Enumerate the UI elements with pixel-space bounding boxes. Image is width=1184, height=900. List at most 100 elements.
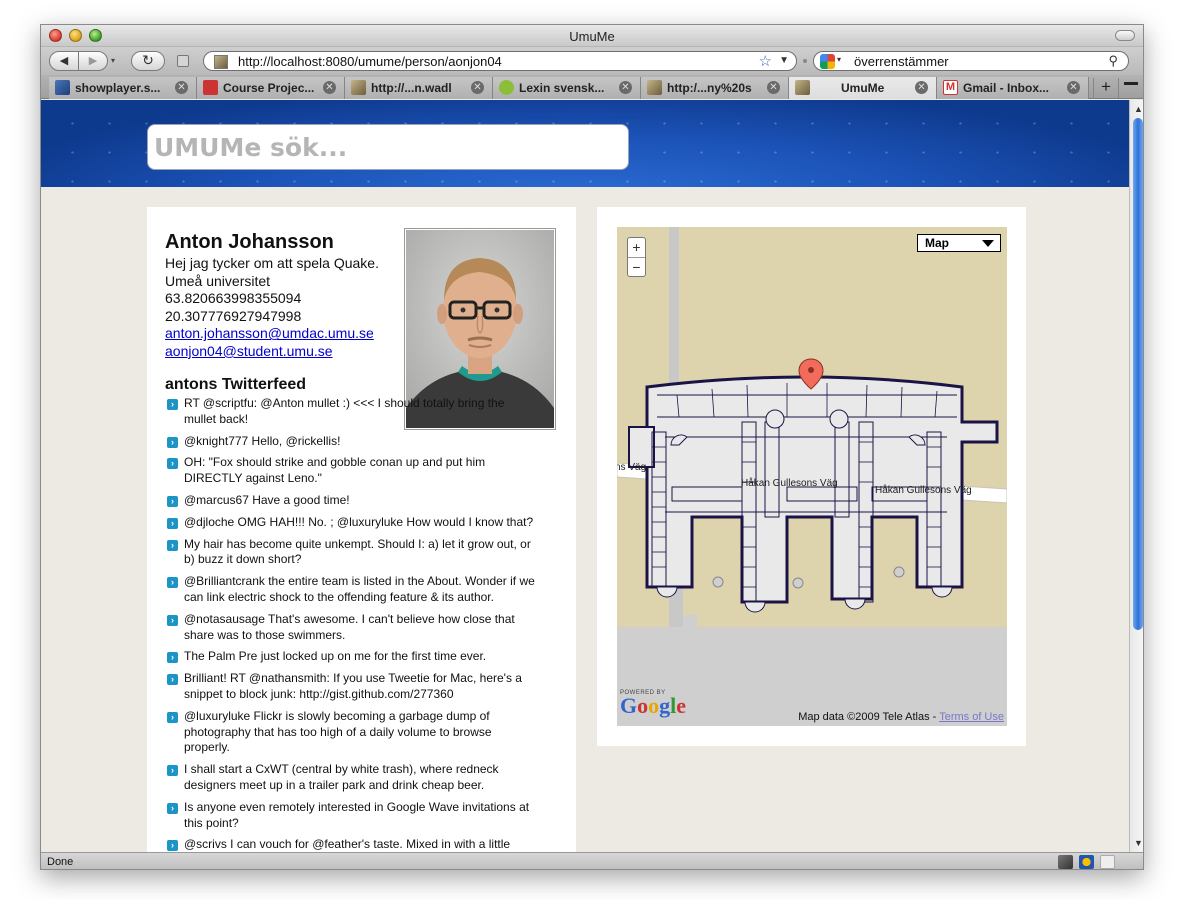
tweet-text: @luxuryluke Flickr is slowly becoming a … xyxy=(184,708,492,755)
google-engine-icon[interactable] xyxy=(820,54,835,69)
s-addon-icon[interactable] xyxy=(1100,855,1115,869)
page-content: Anton Johansson Hej jag tycker om att sp… xyxy=(41,100,1129,852)
cs-favicon-icon xyxy=(203,80,218,95)
engine-dropdown-icon[interactable]: ▾ xyxy=(837,55,841,64)
map-type-value: Map xyxy=(925,236,949,250)
close-tab-icon[interactable]: ✕ xyxy=(323,81,336,94)
new-tab-button[interactable]: + xyxy=(1093,78,1119,98)
tab-umume[interactable]: UmuMe ✕ xyxy=(789,77,937,99)
scroll-up-icon[interactable]: ▲ xyxy=(1134,104,1143,114)
tab-http-ny[interactable]: http:/...ny%20s ✕ xyxy=(641,77,789,99)
close-tab-icon[interactable]: ✕ xyxy=(915,81,928,94)
email-link-primary[interactable]: anton.johansson@umdac.umu.se xyxy=(165,325,374,341)
forward-arrow-icon: ▶ xyxy=(88,55,98,67)
tweet-item: › I shall start a CxWT (central by white … xyxy=(167,762,537,794)
site-identity-icon[interactable] xyxy=(177,55,189,67)
scroll-down-icon[interactable]: ▼ xyxy=(1134,838,1143,848)
history-dropdown-icon[interactable]: ▾ xyxy=(111,56,115,65)
tweet-bullet-icon: › xyxy=(167,495,178,507)
page-favicon-icon xyxy=(351,80,366,95)
back-button[interactable]: ◀ xyxy=(49,51,79,71)
tweet-item: › @notasausage That's awesome. I can't be… xyxy=(167,612,537,644)
tweet-bullet-icon: › xyxy=(167,840,178,852)
tweet-item: › The Palm Pre just locked up on me for t… xyxy=(167,649,537,665)
email-link-student[interactable]: aonjon04@student.umu.se xyxy=(165,343,333,359)
person-info: Hej jag tycker om att spela Quake. Umeå … xyxy=(165,255,379,361)
zoom-in-button[interactable]: + xyxy=(628,238,645,257)
tweet-bullet-icon: › xyxy=(167,458,178,470)
url-dropdown-icon[interactable]: ▼ xyxy=(779,55,789,66)
toolbar-resize-grip[interactable] xyxy=(803,59,807,63)
google-logo[interactable]: POWERED BY Google xyxy=(620,690,687,718)
google-wordmark-icon: Google xyxy=(620,693,687,718)
satellite-icon[interactable] xyxy=(1058,855,1073,869)
tweet-text: OH: "Fox should strike and gobble conan … xyxy=(184,455,486,486)
back-arrow-icon: ◀ xyxy=(59,55,69,67)
tab-gmail[interactable]: M Gmail - Inbox... ✕ xyxy=(937,77,1089,99)
tweet-item: › @luxuryluke Flickr is slowly becoming a… xyxy=(167,709,537,756)
close-tab-icon[interactable]: ✕ xyxy=(619,81,632,94)
person-latitude: 63.820663998355094 xyxy=(165,290,302,307)
google-map[interactable]: ns Väg Håkan Gullesons Väg Håkan Gulleso… xyxy=(617,227,1007,726)
map-tiles xyxy=(617,227,1007,726)
tweet-bullet-icon: › xyxy=(167,399,178,410)
tab-label: UmuMe xyxy=(841,81,885,95)
zoom-control: + − xyxy=(627,237,646,277)
site-search-box[interactable] xyxy=(147,124,629,170)
map-attribution: Map data ©2009 Tele Atlas - Terms of Use xyxy=(798,711,1004,723)
scrollbar-thumb[interactable] xyxy=(1133,118,1143,630)
tweet-bullet-icon: › xyxy=(167,517,178,529)
tab-wadl[interactable]: http://...n.wadl ✕ xyxy=(345,77,493,99)
magnifier-icon[interactable]: ⚲ xyxy=(1108,53,1118,69)
tweet-text: Brilliant! RT @nathansmith: If you use T… xyxy=(184,671,522,701)
road-label-1: Håkan Gullesons Väg xyxy=(741,478,838,489)
tab-list-icon[interactable] xyxy=(1124,82,1138,92)
window-title: UmuMe xyxy=(569,29,615,44)
tab-showplayer[interactable]: showplayer.s... ✕ xyxy=(49,77,197,99)
tweet-bullet-icon: › xyxy=(167,802,178,814)
tweet-text: Is anyone even remotely interested in Go… xyxy=(184,799,530,830)
vertical-scrollbar[interactable]: ▲ ▼ xyxy=(1129,100,1143,852)
page-favicon-icon xyxy=(795,80,810,95)
twitter-feed: › RT @scriptfu: @Anton mullet :) <<< I sh… xyxy=(167,396,537,852)
addon-icon[interactable] xyxy=(1079,855,1094,869)
reload-button[interactable]: ↻ xyxy=(131,51,165,71)
terms-of-use-link[interactable]: Terms of Use xyxy=(939,711,1004,723)
tab-course-project[interactable]: Course Projec... ✕ xyxy=(197,77,345,99)
site-search-input[interactable] xyxy=(148,125,628,169)
tab-label: Lexin svensk... xyxy=(519,81,605,95)
reload-icon: ↻ xyxy=(142,52,154,68)
title-bar: UmuMe xyxy=(41,25,1143,47)
lexin-favicon-icon xyxy=(499,80,514,95)
map-type-select[interactable]: Map xyxy=(917,234,1001,252)
navigation-toolbar: ◀ ▶ ▾ ↻ http://localhost:8080/umume/pers… xyxy=(41,47,1143,75)
url-text[interactable]: http://localhost:8080/umume/person/aonjo… xyxy=(238,54,502,69)
zoom-out-button[interactable]: − xyxy=(628,257,645,276)
web-search-bar[interactable]: ▾ överrenstämmer ⚲ xyxy=(813,51,1129,71)
tweet-item: › @knight777 Hello, @rickellis! xyxy=(167,434,537,450)
close-tab-icon[interactable]: ✕ xyxy=(471,81,484,94)
attribution-text: Map data ©2009 Tele Atlas - xyxy=(798,711,940,723)
tweet-item: › OH: "Fox should strike and gobble conan… xyxy=(167,455,537,487)
tweet-text: @knight777 Hello, @rickellis! xyxy=(184,433,341,448)
toolbar-toggle-button[interactable] xyxy=(1115,30,1135,41)
close-tab-icon[interactable]: ✕ xyxy=(767,81,780,94)
person-name: Anton Johansson xyxy=(165,231,334,253)
bookmark-star-icon[interactable]: ☆ xyxy=(759,52,772,70)
web-search-input[interactable]: överrenstämmer xyxy=(854,54,949,69)
header-banner xyxy=(41,100,1129,187)
tab-lexin[interactable]: Lexin svensk... ✕ xyxy=(493,77,641,99)
address-bar[interactable]: http://localhost:8080/umume/person/aonjo… xyxy=(203,51,797,71)
forward-button[interactable]: ▶ xyxy=(78,51,108,71)
tab-bar: showplayer.s... ✕ Course Projec... ✕ htt… xyxy=(41,75,1143,99)
close-tab-icon[interactable]: ✕ xyxy=(175,81,188,94)
tab-label: http:/...ny%20s xyxy=(667,81,752,95)
map-panel: ns Väg Håkan Gullesons Väg Håkan Gulleso… xyxy=(597,207,1026,746)
close-tab-icon[interactable]: ✕ xyxy=(1067,81,1080,94)
tweet-item: › My hair has become quite unkempt. Shoul… xyxy=(167,537,537,569)
tweet-text: @notasausage That's awesome. I can't bel… xyxy=(184,611,515,642)
tweet-text: @djloche OMG HAH!!! No. ; @luxuryluke Ho… xyxy=(184,514,534,529)
road-label-left: ns Väg xyxy=(617,462,647,473)
tweet-text: The Palm Pre just locked up on me for th… xyxy=(184,649,487,664)
tweet-text: RT @scriptfu: @Anton mullet :) <<< I sho… xyxy=(184,396,505,426)
